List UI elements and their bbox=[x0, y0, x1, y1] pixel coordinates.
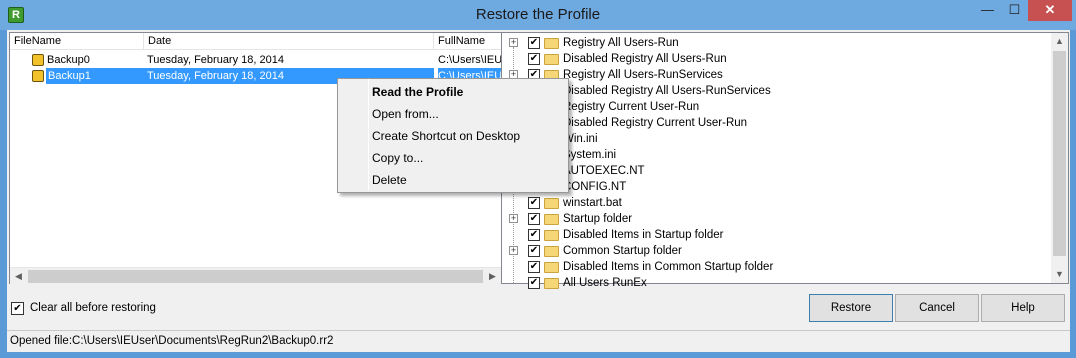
tree-item[interactable]: + ✔ Registry All Users-Run bbox=[502, 35, 1050, 51]
minimize-button[interactable]: — bbox=[974, 0, 1001, 21]
clear-all-label: Clear all before restoring bbox=[30, 302, 156, 314]
backup-file-icon bbox=[32, 70, 44, 82]
item-checkbox[interactable]: ✔ bbox=[528, 277, 540, 289]
row-filename: Backup0 bbox=[47, 54, 90, 66]
column-header-filename[interactable]: FileName bbox=[10, 33, 144, 50]
scroll-left-arrow-icon[interactable]: ◀ bbox=[10, 268, 27, 284]
list-header: FileName Date FullName bbox=[10, 33, 501, 50]
folder-icon bbox=[544, 246, 559, 257]
title-bar[interactable]: R Restore the Profile — ☐ ✕ bbox=[0, 0, 1076, 30]
clear-all-checkbox[interactable]: ✔ bbox=[11, 302, 24, 315]
expand-plus-icon[interactable]: + bbox=[509, 38, 518, 47]
tree-item[interactable]: ✔ All Users RunEx bbox=[502, 275, 1050, 291]
menu-item-copy-to[interactable]: Copy to... bbox=[340, 147, 566, 169]
restore-button[interactable]: Restore bbox=[809, 294, 893, 322]
item-checkbox[interactable]: ✔ bbox=[528, 213, 540, 225]
folder-icon bbox=[544, 278, 559, 289]
cancel-button[interactable]: Cancel bbox=[895, 294, 979, 322]
tree-vertical-scrollbar[interactable]: ▲ ▼ bbox=[1051, 33, 1068, 283]
tree-item[interactable]: ✔CONFIG.NT bbox=[502, 179, 1050, 195]
list-horizontal-scrollbar[interactable]: ◀ ▶ bbox=[10, 267, 501, 284]
tree-item-label: Disabled Registry All Users-Run bbox=[563, 53, 727, 65]
item-checkbox[interactable]: ✔ bbox=[528, 53, 540, 65]
tree-item[interactable]: ✔AUTOEXEC.NT bbox=[502, 163, 1050, 179]
item-checkbox[interactable]: ✔ bbox=[528, 197, 540, 209]
menu-item-open-from[interactable]: Open from... bbox=[340, 103, 566, 125]
tree-item[interactable]: + ✔ Registry All Users-RunServices bbox=[502, 67, 1050, 83]
tree-item[interactable]: ✔System.ini bbox=[502, 147, 1050, 163]
tree-item[interactable]: ✔Disabled Registry Current User-Run bbox=[502, 115, 1050, 131]
item-checkbox[interactable]: ✔ bbox=[528, 37, 540, 49]
folder-icon bbox=[544, 54, 559, 65]
tree-item-label: AUTOEXEC.NT bbox=[563, 165, 645, 177]
window-title: Restore the Profile bbox=[475, 6, 601, 23]
tree-item-label: Disabled Items in Startup folder bbox=[563, 229, 724, 241]
list-row[interactable]: Backup0 Tuesday, February 18, 2014 C:\Us… bbox=[10, 52, 501, 68]
tree-item-label: Disabled Registry Current User-Run bbox=[563, 117, 748, 129]
status-bar: Opened file:C:\Users\IEUser\Documents\Re… bbox=[7, 330, 1070, 350]
tree-item-label: Registry All Users-Run bbox=[563, 37, 679, 49]
scroll-thumb[interactable] bbox=[28, 270, 483, 283]
tree-item-label: Registry Current User-Run bbox=[563, 101, 700, 113]
folder-icon bbox=[544, 214, 559, 225]
tree-item-label: Disabled Items in Common Startup folder bbox=[563, 261, 774, 273]
context-menu: Read the Profile Open from... Create Sho… bbox=[337, 78, 569, 193]
menu-item-delete[interactable]: Delete bbox=[340, 169, 566, 191]
close-button[interactable]: ✕ bbox=[1028, 0, 1072, 21]
startup-items-tree[interactable]: + ✔ Registry All Users-Run ✔ Disabled Regist… bbox=[501, 32, 1069, 289]
tree-item-label: Disabled Registry All Users-RunServices bbox=[563, 85, 771, 97]
scroll-down-arrow-icon[interactable]: ▼ bbox=[1051, 266, 1068, 282]
tree-item-label: Registry All Users-RunServices bbox=[563, 69, 723, 81]
tree-item-label: Common Startup folder bbox=[563, 245, 682, 257]
folder-icon bbox=[544, 262, 559, 273]
tree-item[interactable]: ✔Disabled Registry All Users-RunServices bbox=[502, 83, 1050, 99]
column-header-fullname[interactable]: FullName bbox=[434, 33, 501, 50]
tree-item[interactable]: ✔Registry Current User-Run bbox=[502, 99, 1050, 115]
menu-item-read-profile[interactable]: Read the Profile bbox=[340, 81, 566, 103]
expand-plus-icon[interactable]: + bbox=[509, 214, 518, 223]
tree-item-label: winstart.bat bbox=[563, 197, 622, 209]
tree-item[interactable]: + ✔ Startup folder bbox=[502, 211, 1050, 227]
help-button[interactable]: Help bbox=[981, 294, 1065, 322]
scroll-thumb[interactable] bbox=[1053, 51, 1066, 256]
item-checkbox[interactable]: ✔ bbox=[528, 245, 540, 257]
tree-item[interactable]: ✔ Disabled Items in Common Startup folder bbox=[502, 259, 1050, 275]
tree-item[interactable]: ✔ Disabled Items in Startup folder bbox=[502, 227, 1050, 243]
scroll-right-arrow-icon[interactable]: ▶ bbox=[484, 268, 501, 284]
menu-item-create-shortcut[interactable]: Create Shortcut on Desktop bbox=[340, 125, 566, 147]
folder-icon bbox=[544, 198, 559, 209]
maximize-button[interactable]: ☐ bbox=[1001, 0, 1028, 21]
item-checkbox[interactable]: ✔ bbox=[528, 229, 540, 241]
tree-item[interactable]: ✔ Disabled Registry All Users-Run bbox=[502, 51, 1050, 67]
item-checkbox[interactable]: ✔ bbox=[528, 261, 540, 273]
app-window: R Restore the Profile — ☐ ✕ FileName Dat… bbox=[0, 0, 1076, 358]
tree-item-label: Startup folder bbox=[563, 213, 633, 225]
folder-icon bbox=[544, 38, 559, 49]
row-filename: Backup1 bbox=[46, 68, 160, 84]
column-header-date[interactable]: Date bbox=[144, 33, 434, 50]
scroll-up-arrow-icon[interactable]: ▲ bbox=[1051, 33, 1068, 49]
tree-item-label: System.ini bbox=[563, 149, 617, 161]
tree-item[interactable]: ✔ winstart.bat bbox=[502, 195, 1050, 211]
row-fullname: C:\Users\IEUser bbox=[438, 54, 501, 66]
tree-item-label: CONFIG.NT bbox=[563, 181, 627, 193]
folder-icon bbox=[544, 230, 559, 241]
row-date: Tuesday, February 18, 2014 bbox=[147, 54, 284, 66]
expand-plus-icon[interactable]: + bbox=[509, 246, 518, 255]
tree-item-label: All Users RunEx bbox=[563, 277, 647, 289]
tree-item[interactable]: ✔Win.ini bbox=[502, 131, 1050, 147]
tree-item[interactable]: + ✔ Common Startup folder bbox=[502, 243, 1050, 259]
